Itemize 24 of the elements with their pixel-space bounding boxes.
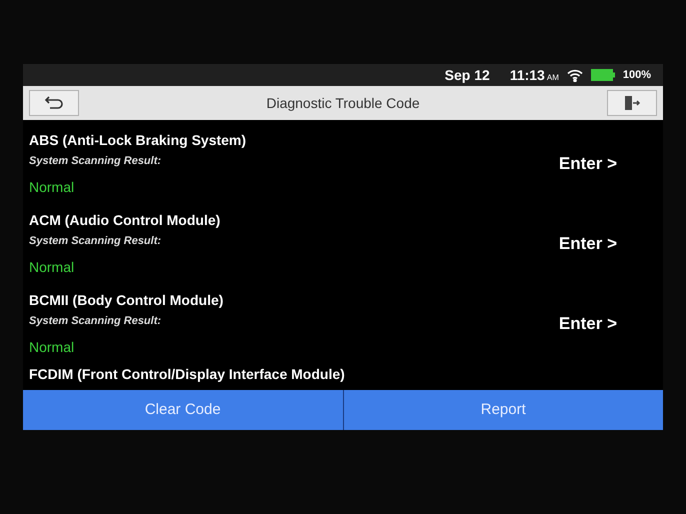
battery-percent: 100% bbox=[622, 68, 651, 83]
enter-button[interactable]: Enter > bbox=[558, 311, 617, 337]
back-button[interactable] bbox=[29, 90, 79, 116]
date-text: Sep 12 bbox=[444, 66, 490, 85]
meridiem-text: AM bbox=[546, 72, 559, 84]
result-label: System Scanning Result: bbox=[29, 314, 162, 329]
scan-result: Normal bbox=[29, 178, 76, 198]
enter-button[interactable]: Enter > bbox=[558, 231, 617, 257]
system-name: BCMII (Body Control Module) bbox=[29, 290, 224, 310]
wifi-icon bbox=[566, 68, 583, 82]
back-arrow-icon bbox=[44, 96, 64, 110]
exit-button[interactable] bbox=[607, 90, 657, 116]
door-exit-icon bbox=[623, 95, 641, 111]
battery-icon bbox=[590, 69, 615, 81]
system-name: ABS (Anti-Lock Braking System) bbox=[29, 130, 246, 150]
system-name: FCDIM (Front Control/Display Interface Module) bbox=[29, 365, 345, 384]
scan-result: Normal bbox=[29, 258, 76, 278]
result-label: System Scanning Result: bbox=[29, 234, 162, 249]
scan-result: Normal bbox=[29, 338, 76, 358]
enter-button[interactable]: Enter > bbox=[558, 151, 617, 177]
result-label: System Scanning Result: bbox=[29, 154, 162, 169]
time-text: 11:13 bbox=[510, 66, 545, 84]
page-title: Diagnostic Trouble Code bbox=[266, 94, 420, 113]
system-name: ACM (Audio Control Module) bbox=[29, 210, 220, 230]
